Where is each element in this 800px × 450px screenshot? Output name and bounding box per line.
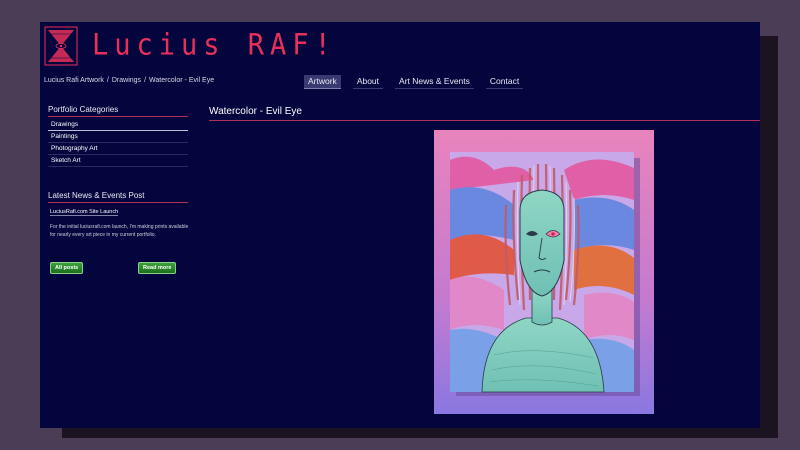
latest-news-title: Latest News & Events Post [48, 191, 188, 203]
artwork-title: Watercolor - Evil Eye [209, 106, 760, 121]
portfolio-categories-title: Portfolio Categories [48, 105, 188, 117]
breadcrumb-separator: / [144, 77, 147, 84]
nav-art-news-events[interactable]: Art News & Events [395, 75, 474, 89]
category-paintings[interactable]: Paintings [48, 131, 188, 143]
site-logo-text[interactable]: Lucius RAF! [92, 28, 337, 62]
news-post-link[interactable]: LuciusRafi.com Site Launch [50, 209, 119, 216]
all-posts-button[interactable]: All posts [50, 262, 84, 274]
nav-artwork[interactable]: Artwork [304, 75, 341, 89]
hourglass-eye-logo-icon[interactable] [44, 26, 78, 66]
artwork-image[interactable] [434, 130, 654, 414]
main-nav: Artwork About Art News & Events Contact [304, 75, 535, 89]
category-sketch-art[interactable]: Sketch Art [48, 155, 188, 167]
category-list: Drawings Paintings Photography Art Sketc… [48, 119, 188, 167]
nav-contact[interactable]: Contact [485, 75, 524, 89]
breadcrumb-drawings[interactable]: Drawings [112, 77, 141, 84]
main-panel: Lucius RAF! Lucius Rafi Artwork / Drawings… [40, 22, 760, 428]
nav-about[interactable]: About [352, 75, 384, 89]
artwork-painting [434, 130, 654, 414]
category-photography-art[interactable]: Photography Art [48, 143, 188, 155]
breadcrumb: Lucius Rafi Artwork / Drawings / Watercolor … [44, 77, 214, 84]
category-drawings[interactable]: Drawings [48, 119, 188, 131]
breadcrumb-home[interactable]: Lucius Rafi Artwork [44, 77, 104, 84]
news-post-excerpt: For the initial luciusrafi.com launch, I… [50, 224, 189, 238]
read-more-button[interactable]: Read more [138, 262, 177, 274]
breadcrumb-current: Watercolor - Evil Eye [149, 77, 215, 84]
breadcrumb-separator: / [106, 77, 109, 84]
